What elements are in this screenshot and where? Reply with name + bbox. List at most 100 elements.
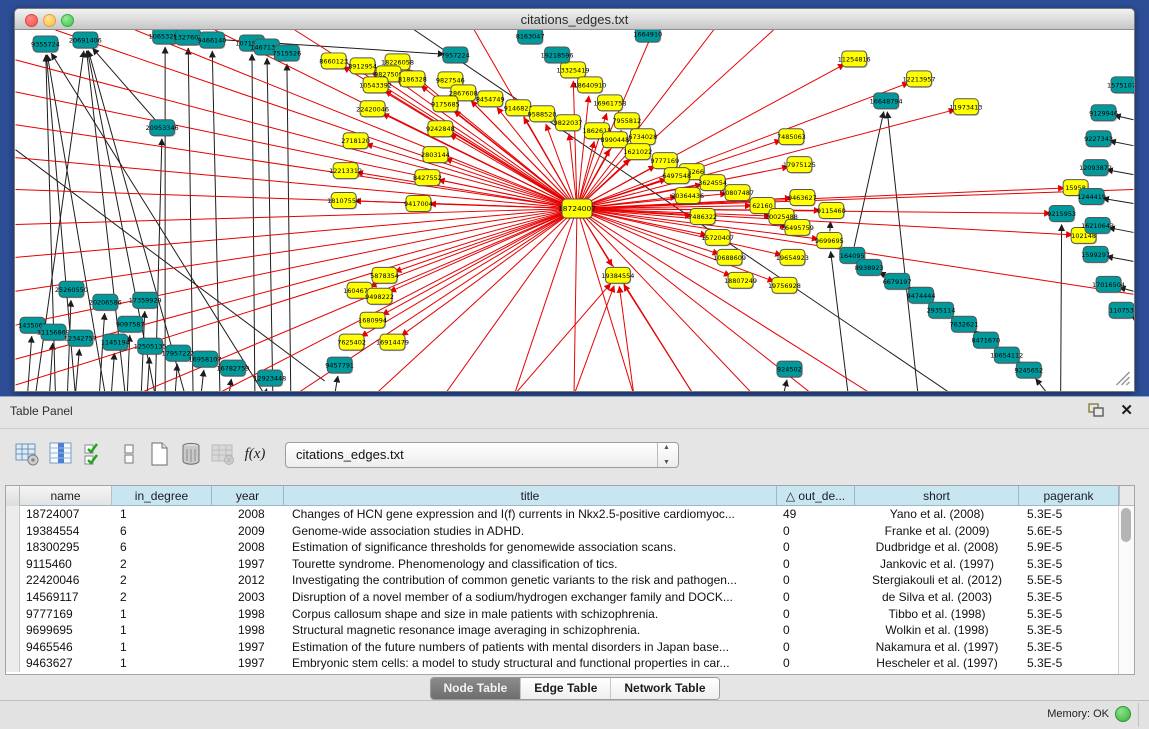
column-header-short[interactable]: short	[855, 486, 1019, 506]
graph-node[interactable]: 1599297	[1081, 246, 1110, 263]
graph-node[interactable]: 8454749	[476, 91, 505, 108]
graph-node[interactable]: 9777169	[650, 153, 679, 170]
graph-node[interactable]: 9457791	[325, 357, 354, 374]
graph-node[interactable]: 16648794	[870, 93, 903, 110]
graph-node[interactable]: 16782759	[216, 360, 249, 377]
new-column-icon[interactable]	[146, 441, 172, 467]
column-header-out_de[interactable]: △ out_de...	[777, 486, 855, 506]
graph-node[interactable]: 7625402	[337, 334, 366, 351]
window-titlebar[interactable]: citations_edges.txt	[15, 9, 1134, 30]
graph-node[interactable]: 1621022	[623, 144, 652, 161]
table-row[interactable]: 969969511998Structural magnetic resonanc…	[6, 622, 1119, 639]
graph-node[interactable]: 20953346	[146, 120, 179, 137]
graph-node[interactable]: 17016504	[1092, 276, 1125, 293]
graph-node[interactable]: 10543392	[359, 77, 392, 94]
graph-node[interactable]: 9175685	[431, 96, 460, 113]
graph-node[interactable]: 18807249	[724, 272, 757, 289]
graph-node[interactable]: 12342757	[64, 330, 97, 347]
graph-node[interactable]: 6679197	[883, 273, 912, 290]
graph-node[interactable]: 8938923	[855, 259, 884, 276]
graph-node[interactable]: 12213957	[903, 71, 936, 88]
graph-node[interactable]: 2803144	[421, 147, 450, 164]
column-header-pagerank[interactable]: pagerank	[1019, 486, 1119, 506]
graph-node[interactable]: 9242848	[426, 121, 455, 138]
graph-node[interactable]: 8186328	[398, 71, 427, 88]
graph-node[interactable]: 9227343	[1084, 131, 1113, 148]
graph-node[interactable]: 18640910	[573, 77, 606, 94]
table-row[interactable]: 911546021997Tourette syndrome. Phenomeno…	[6, 556, 1119, 573]
graph-node[interactable]: 9215953	[1047, 206, 1076, 223]
graph-node[interactable]: 11254816	[838, 51, 871, 68]
graph-node[interactable]: 19218596	[541, 47, 574, 64]
graph-node[interactable]: 9466140	[198, 32, 227, 49]
graph-node[interactable]: 8660123	[319, 53, 348, 70]
close-panel-icon[interactable]: ✕	[1120, 401, 1133, 419]
graph-node[interactable]: 19756928	[768, 277, 801, 294]
graph-node[interactable]: 20691406	[69, 32, 102, 49]
graph-node[interactable]: 9463627	[788, 190, 817, 207]
graph-node[interactable]: 8471670	[971, 332, 1000, 349]
vertical-scrollbar[interactable]	[1118, 506, 1134, 674]
graph-node[interactable]: 19654923	[776, 249, 809, 266]
graph-node[interactable]: 7955812	[612, 113, 641, 130]
column-chooser-icon[interactable]	[48, 441, 74, 467]
graph-node[interactable]: 25260550	[55, 281, 88, 298]
row-tools-icon[interactable]	[116, 441, 142, 467]
graph-node[interactable]: 5878354	[370, 267, 399, 284]
graph-node[interactable]: 6497548	[662, 168, 691, 185]
graph-node[interactable]: 15751074	[1107, 77, 1134, 94]
graph-node[interactable]: 7485063	[777, 129, 806, 146]
graph-node[interactable]: 10688609	[713, 249, 746, 266]
graph-node[interactable]: 18107554	[327, 193, 360, 210]
graph-node[interactable]: 1244419	[1077, 189, 1106, 206]
graph-node[interactable]: 10807487	[721, 185, 754, 202]
float-panel-icon[interactable]	[1088, 403, 1105, 418]
graph-node[interactable]: 9355724	[31, 36, 60, 53]
graph-node[interactable]: 8163047	[516, 30, 545, 45]
graph-node[interactable]: 7486322	[688, 209, 717, 226]
table-row[interactable]: 946554611997Estimation of the future num…	[6, 639, 1119, 656]
graph-node[interactable]: 1664910	[633, 30, 662, 43]
network-canvas[interactable]: 1872400786601238912954182260589827509818…	[15, 30, 1134, 391]
graph-node[interactable]: 9699695	[815, 232, 844, 249]
graph-node[interactable]: 7957224	[441, 47, 470, 64]
graph-node[interactable]: 2935114	[927, 302, 956, 319]
graph-node[interactable]: 8427552	[413, 170, 442, 187]
scrollbar-thumb[interactable]	[1121, 508, 1131, 542]
graph-node[interactable]: 1680994	[358, 312, 387, 329]
delete-column-icon[interactable]	[178, 441, 204, 467]
column-header-in_degree[interactable]: in_degree	[112, 486, 212, 506]
graph-node[interactable]: 16914479	[376, 334, 409, 351]
graph-node[interactable]: 8990448	[600, 132, 629, 149]
graph-node[interactable]: 9498222	[365, 288, 394, 305]
graph-node[interactable]: 17975125	[783, 157, 816, 174]
graph-node[interactable]: 10654112	[990, 347, 1023, 364]
table-row[interactable]: 2242004622012Investigating the contribut…	[6, 572, 1119, 589]
graph-node[interactable]: 19384554	[601, 267, 634, 284]
graph-node[interactable]: 9245652	[1014, 362, 1043, 379]
graph-node[interactable]: 20206586	[89, 294, 122, 311]
function-builder-icon[interactable]: f(x)	[242, 441, 268, 467]
graph-node[interactable]: 12213312	[329, 163, 362, 180]
tab-edge-table[interactable]: Edge Table	[521, 678, 611, 699]
table-row[interactable]: 1872400712008Changes of HCN gene express…	[6, 506, 1119, 523]
table-row[interactable]: 1830029562008Estimation of significance …	[6, 539, 1119, 556]
graph-node[interactable]: 8912954	[348, 58, 377, 75]
graph-node[interactable]: 15720407	[701, 229, 734, 246]
graph-node[interactable]: 9417004	[404, 196, 433, 213]
graph-node[interactable]: 6734028	[628, 129, 657, 146]
column-header-title[interactable]: title	[284, 486, 777, 506]
graph-node[interactable]: 9588520	[528, 106, 557, 123]
graph-node[interactable]: 13325419	[557, 62, 590, 79]
select-columns-icon[interactable]	[82, 441, 108, 467]
graph-node[interactable]: 26495759	[781, 219, 814, 236]
table-row[interactable]: 1938455462009Genome-wide association stu…	[6, 523, 1119, 540]
graph-node[interactable]: 110753	[1109, 302, 1134, 319]
graph-node[interactable]: 9822037	[554, 115, 583, 132]
graph-node[interactable]: 11973413	[949, 99, 982, 116]
graph-node[interactable]: 16210643	[1081, 217, 1114, 234]
graph-node[interactable]: 20364436	[671, 188, 704, 205]
table-select-dropdown[interactable]: citations_edges.txt	[285, 442, 679, 468]
graph-node[interactable]: 9115460	[817, 203, 846, 220]
graph-node[interactable]: 18724007	[558, 199, 596, 219]
